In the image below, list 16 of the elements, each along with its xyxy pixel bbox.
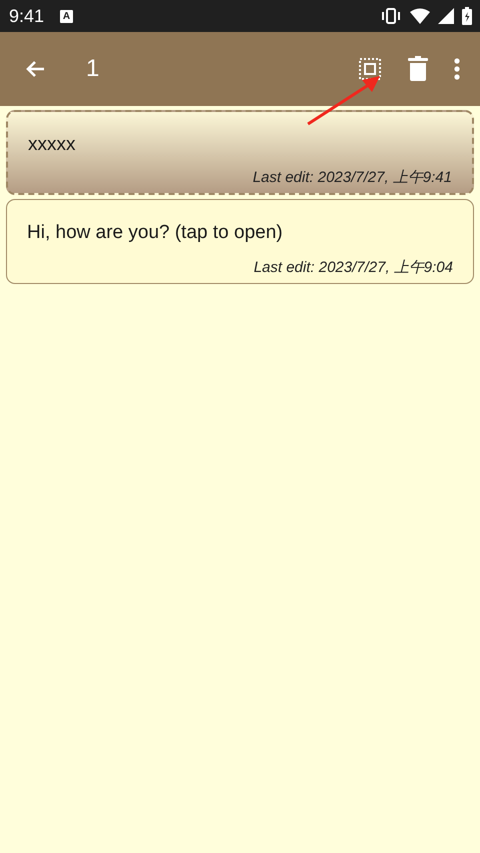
signal-icon: [438, 8, 454, 24]
select-all-icon: [358, 57, 382, 81]
trash-icon: [406, 56, 430, 82]
note-text: xxxxx: [28, 134, 76, 156]
wifi-icon: [410, 8, 430, 24]
more-icon: [454, 58, 460, 80]
last-edit-time: Last edit: 2023/7/27, 上午9:04: [252, 258, 453, 277]
note-text: Hi, how are you? (tap to open): [27, 222, 284, 244]
notification-icon: A: [60, 10, 74, 22]
vibrate-icon: [380, 8, 402, 24]
status-time: 9:41: [9, 6, 44, 26]
battery-icon: [462, 7, 472, 25]
last-edit-time: Last edit: 2023/7/27, 上午9:41: [252, 168, 452, 187]
note-card[interactable]: xxxxx Last edit: 2023/7/27, 上午9:41: [6, 110, 474, 195]
selection-count: 1: [86, 55, 100, 83]
note-card[interactable]: Hi, how are you? (tap to open) Last edit: 2023/7/27, 上午9:04: [6, 199, 474, 284]
